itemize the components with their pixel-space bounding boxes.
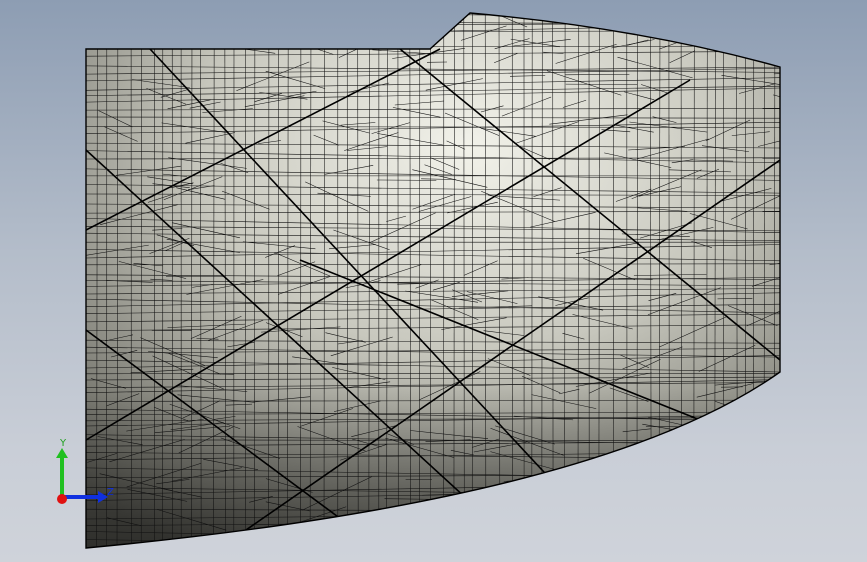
y-axis-label: Y <box>59 438 67 449</box>
z-axis-arrow <box>62 491 108 503</box>
axis-triad: Y Z <box>56 438 114 504</box>
mesh-model[interactable] <box>0 0 867 562</box>
y-axis-arrow <box>56 448 68 498</box>
x-axis-origin <box>57 494 67 504</box>
z-axis-label: Z <box>107 487 114 498</box>
graphics-viewport[interactable]: Y Z <box>0 0 867 562</box>
